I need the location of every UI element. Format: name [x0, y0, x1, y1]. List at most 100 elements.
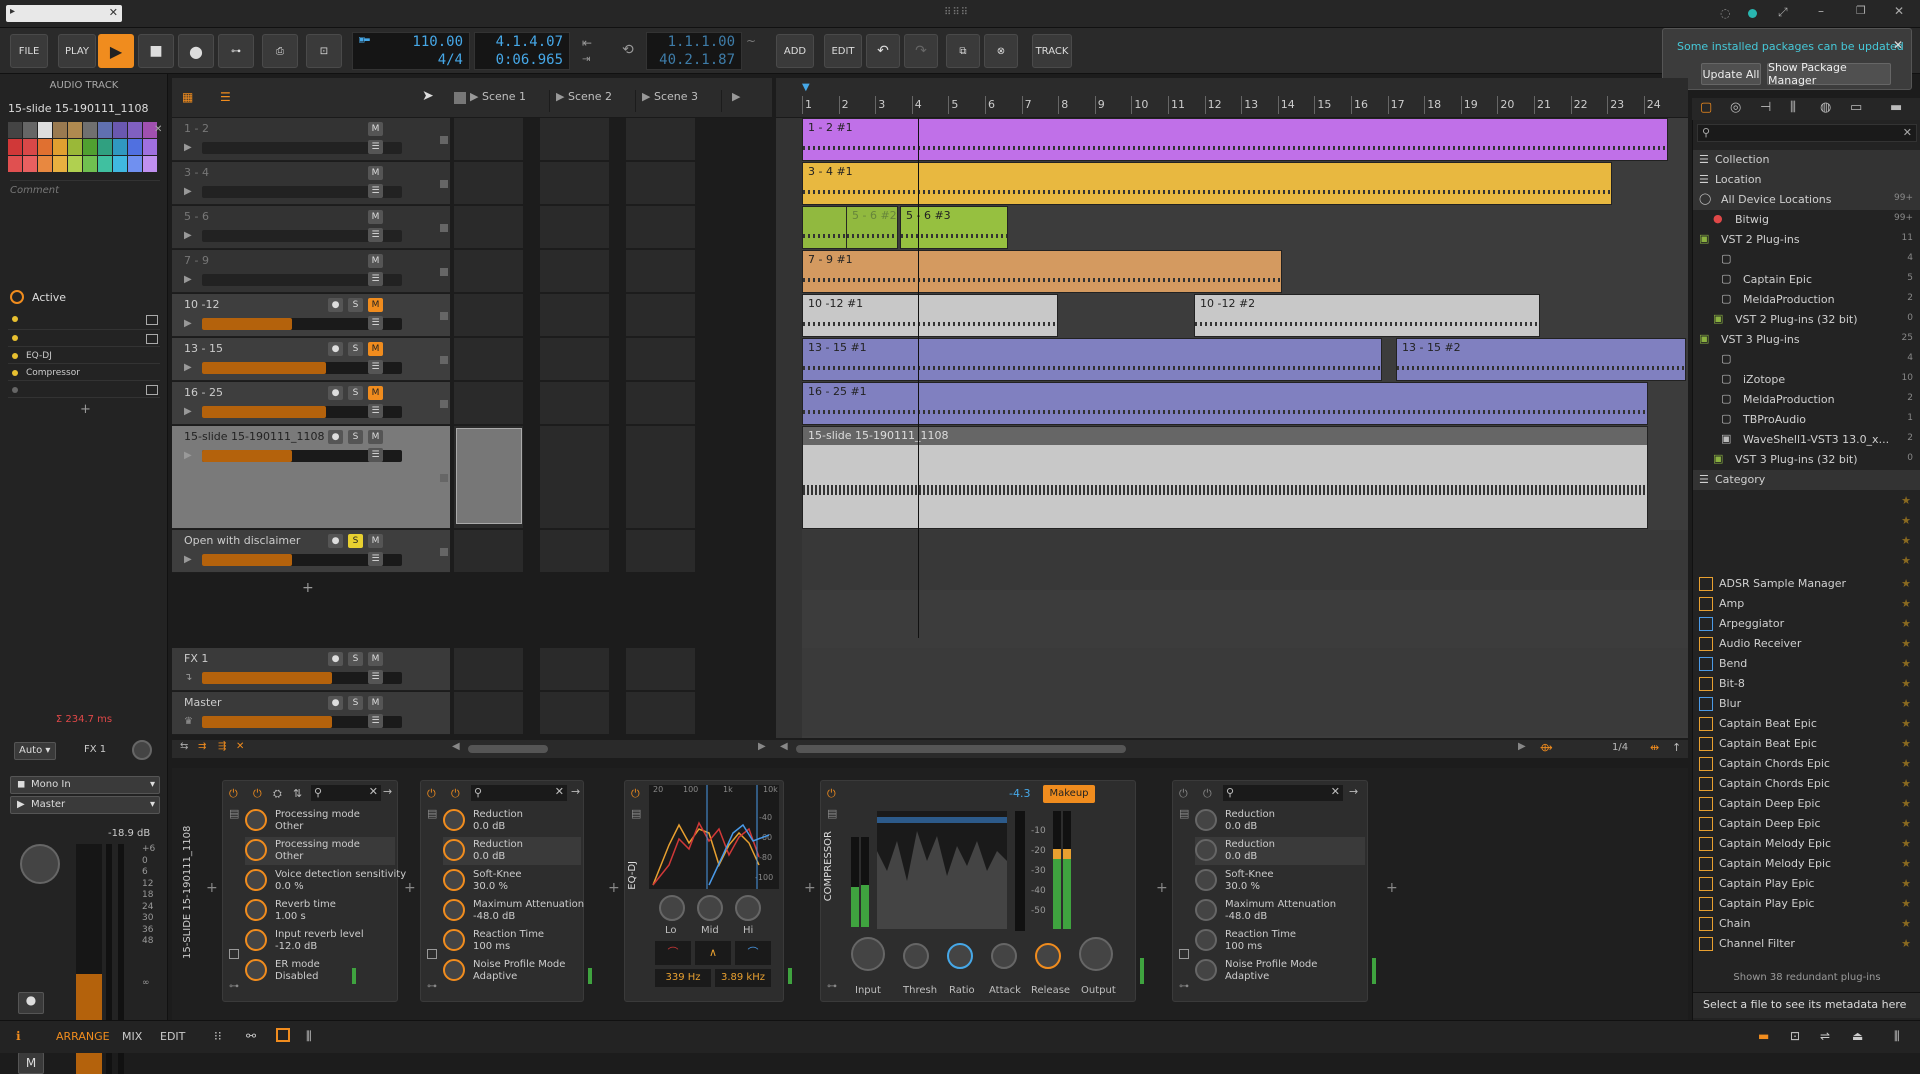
- record-arm-button[interactable]: ●: [328, 386, 343, 400]
- track-header[interactable]: Open with disclaimer ▶ ● S M ☰: [172, 530, 450, 573]
- metronome-icon[interactable]: ▣▬: [359, 35, 370, 45]
- print-icon[interactable]: ⎙: [262, 34, 298, 68]
- track-menu-icon[interactable]: ☰: [368, 404, 383, 418]
- close-icon[interactable]: ✕: [109, 6, 118, 19]
- solo-button[interactable]: S: [348, 534, 363, 548]
- track-expand-icon[interactable]: ▶: [184, 318, 192, 329]
- punch-out-icon[interactable]: ⇥: [582, 54, 590, 65]
- track-header[interactable]: 1 - 2 ▶ M ☰: [172, 118, 450, 161]
- launcher-scrollbar[interactable]: [468, 745, 548, 753]
- update-all-button[interactable]: Update All: [1701, 63, 1761, 85]
- browser-tab-files-icon[interactable]: ▭: [1850, 100, 1862, 115]
- browser-location-item[interactable]: ● Bitwig 99+: [1693, 210, 1920, 230]
- stop-clip-icon[interactable]: [440, 267, 448, 276]
- time-signature[interactable]: 4/4: [438, 52, 463, 68]
- parameter-knob[interactable]: [1195, 959, 1217, 981]
- device-arrow-icon[interactable]: →: [571, 785, 580, 798]
- power-icon[interactable]: ⏻: [827, 787, 836, 801]
- favorite-star-icon[interactable]: ★: [1901, 777, 1911, 790]
- undo-icon[interactable]: ↶: [866, 34, 900, 68]
- color-palette[interactable]: [8, 122, 158, 176]
- output-knob[interactable]: [1079, 937, 1113, 971]
- arranger-clip[interactable]: 1 - 2 #1: [802, 118, 1668, 161]
- stop-all-clips-icon[interactable]: [454, 92, 466, 104]
- edit-button[interactable]: EDIT: [824, 34, 862, 68]
- add-track-icon[interactable]: +: [302, 580, 314, 596]
- track-expand-icon[interactable]: ▶: [184, 274, 192, 285]
- browser-location-item[interactable]: ▢ iZotope 10: [1693, 370, 1920, 390]
- clip-slot[interactable]: [626, 426, 696, 529]
- track-name[interactable]: 3 - 4: [184, 166, 209, 179]
- device-parameter[interactable]: Reaction Time 100 ms: [443, 927, 581, 955]
- add-device-icon[interactable]: +: [80, 402, 91, 417]
- track-name[interactable]: 7 - 9: [184, 254, 209, 267]
- favorite-star-icon[interactable]: ★: [1901, 837, 1911, 850]
- browser-device-item[interactable]: Arpeggiator ★: [1693, 614, 1920, 634]
- stop-button[interactable]: ■: [138, 34, 174, 68]
- close-icon[interactable]: ✕: [236, 741, 244, 752]
- automation-mode-select[interactable]: Auto ▾: [14, 742, 56, 760]
- favorite-star-icon[interactable]: ★: [1901, 857, 1911, 870]
- device-parameter[interactable]: Reduction 0.0 dB: [1195, 837, 1365, 865]
- add-device-icon[interactable]: +: [1156, 880, 1168, 896]
- clip-slot[interactable]: [626, 382, 696, 425]
- punch-in-icon[interactable]: ⇤: [582, 36, 592, 50]
- track-header[interactable]: 13 - 15 ▶ ● S M ☰: [172, 338, 450, 381]
- browser-location-item[interactable]: ▢ Captain Epic 5: [1693, 270, 1920, 290]
- input-knob[interactable]: [851, 937, 885, 971]
- mute-button[interactable]: M: [368, 342, 383, 356]
- fx-track-header[interactable]: Master ♛ ● S M ☰: [172, 692, 450, 735]
- clip-slot[interactable]: [540, 426, 610, 529]
- window-icon[interactable]: [146, 334, 158, 344]
- clip-slot[interactable]: [540, 530, 610, 573]
- mute-button[interactable]: M: [368, 122, 383, 136]
- stop-clip-icon[interactable]: [440, 473, 448, 482]
- browser-device-item[interactable]: Captain Deep Epic ★: [1693, 794, 1920, 814]
- clip-slot[interactable]: [540, 648, 610, 691]
- clip-slot[interactable]: [454, 206, 524, 249]
- record-arm-button[interactable]: ●: [18, 992, 44, 1014]
- scroll-left-icon[interactable]: ◀: [452, 741, 460, 752]
- search-clear-icon[interactable]: ✕: [1903, 126, 1912, 139]
- scene-1[interactable]: ▶ Scene 1: [470, 90, 550, 112]
- parameter-knob[interactable]: [443, 899, 465, 921]
- parameter-knob[interactable]: [245, 959, 267, 981]
- browser-device-item[interactable]: Channel Filter ★: [1693, 934, 1920, 954]
- clip-slot[interactable]: [454, 648, 524, 691]
- mute-button[interactable]: M: [368, 166, 383, 180]
- scene-2[interactable]: ▶ Scene 2: [556, 90, 636, 112]
- browser-location-item[interactable]: ▢ MeldaProduction 2: [1693, 390, 1920, 410]
- zoom-icon[interactable]: ⇆: [180, 741, 188, 752]
- power-icon[interactable]: ⏻: [631, 787, 640, 801]
- clip-slot[interactable]: [626, 118, 696, 161]
- record-arm-button[interactable]: ●: [328, 652, 343, 666]
- device-parameter[interactable]: Reduction 0.0 dB: [443, 807, 581, 835]
- collection-header[interactable]: ☰ Collection: [1693, 150, 1920, 170]
- favorite-star-icon[interactable]: ★: [1901, 577, 1911, 590]
- mute-button[interactable]: M: [368, 210, 383, 224]
- mute-button[interactable]: M: [368, 386, 383, 400]
- track-menu-icon[interactable]: ☰: [368, 360, 383, 374]
- track-name[interactable]: 13 - 15: [184, 342, 223, 355]
- device-parameter[interactable]: ER mode Disabled: [245, 957, 395, 985]
- track-header[interactable]: 3 - 4 ▶ M ☰: [172, 162, 450, 205]
- solo-button[interactable]: S: [348, 342, 363, 356]
- peak-filter-icon[interactable]: ∧: [695, 941, 731, 965]
- device-slot[interactable]: [8, 382, 160, 398]
- device-sort-icon[interactable]: ⇅: [293, 787, 302, 800]
- clip-slot[interactable]: [540, 692, 610, 735]
- window-icon[interactable]: [229, 949, 239, 959]
- loop-end[interactable]: 40.2.1.87: [659, 52, 735, 68]
- parameter-knob[interactable]: [443, 959, 465, 981]
- add-device-icon[interactable]: +: [404, 880, 416, 896]
- device-parameter[interactable]: Noise Profile Mode Adaptive: [443, 957, 581, 985]
- device-parameter[interactable]: Reverb time 1.00 s: [245, 897, 395, 925]
- device-slot-eq-dj[interactable]: EQ-DJ: [8, 348, 160, 364]
- favorite-star-icon[interactable]: ★: [1901, 737, 1911, 750]
- add-device-icon[interactable]: +: [206, 880, 218, 896]
- tempo-display[interactable]: ▣▬ 110.00 4/4: [352, 32, 470, 70]
- arranger-clip[interactable]: 3 - 4 #1: [802, 162, 1612, 205]
- low-cut-filter-icon[interactable]: ⌒: [655, 941, 691, 965]
- device-slot[interactable]: [8, 331, 160, 347]
- arranger-clip[interactable]: 10 -12 #1: [802, 294, 1058, 337]
